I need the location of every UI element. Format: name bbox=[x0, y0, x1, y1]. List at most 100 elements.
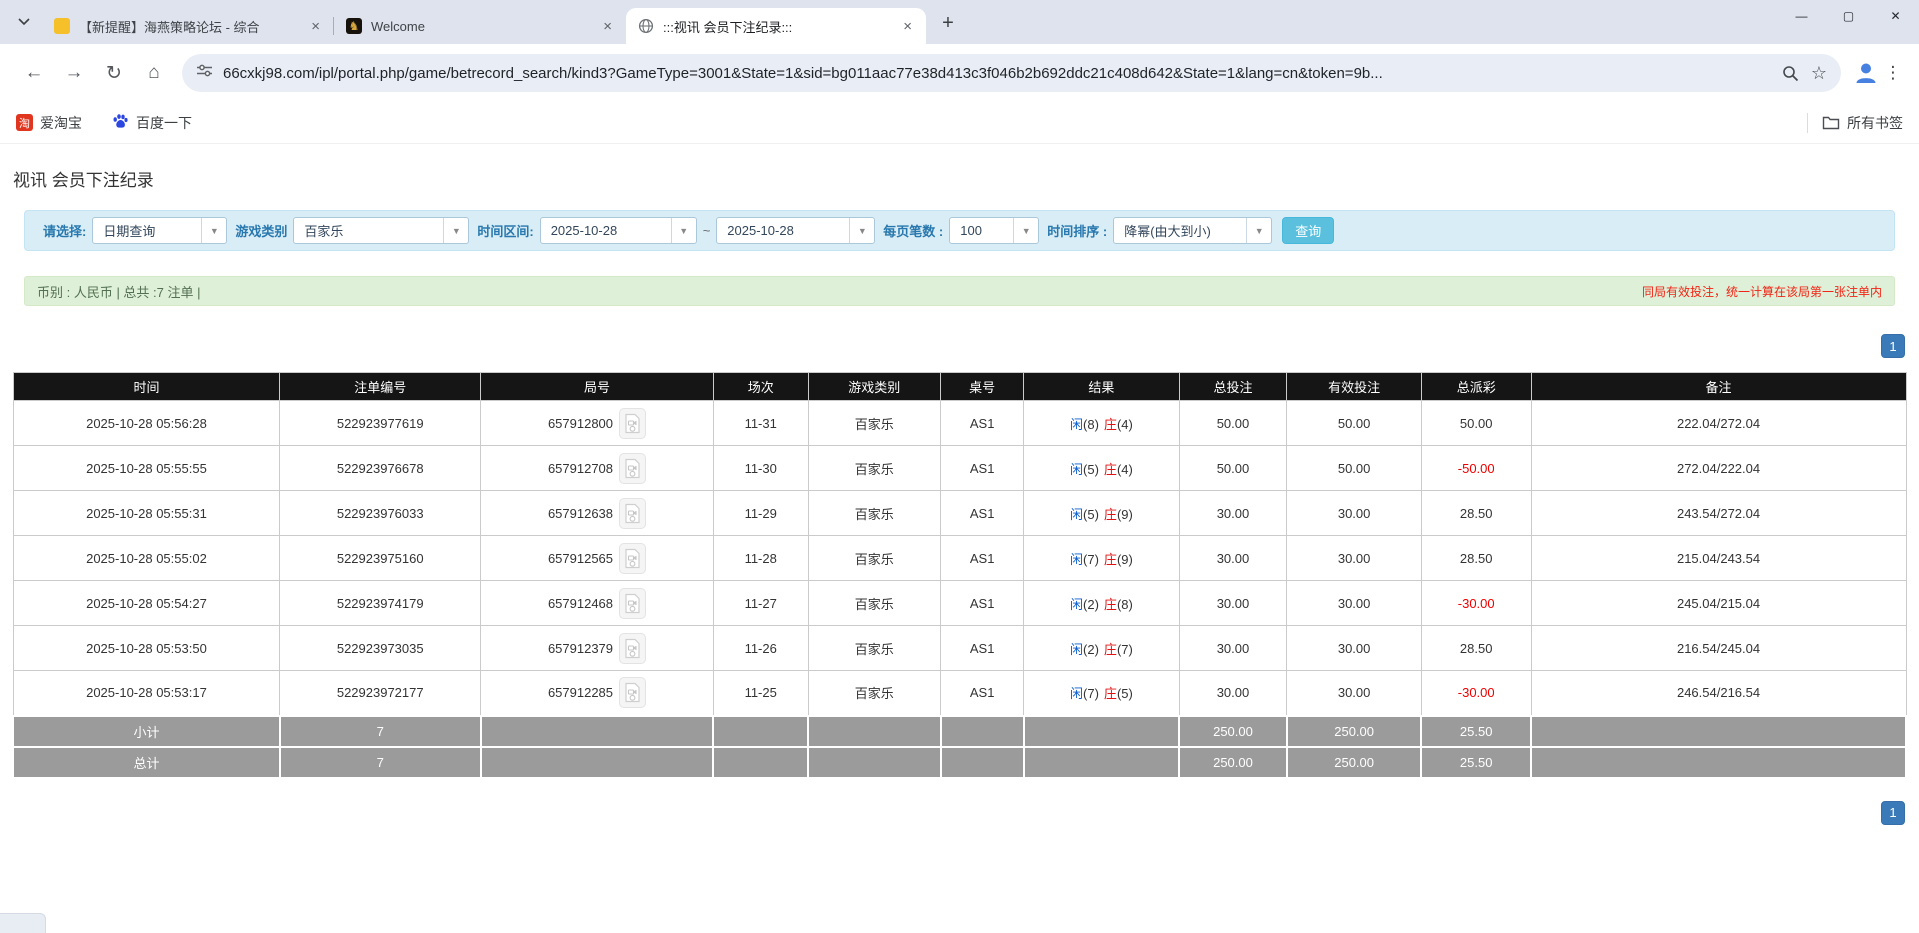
video-replay-icon[interactable] bbox=[619, 633, 646, 664]
cell-game-type: 百家乐 bbox=[808, 401, 941, 446]
date-to-select[interactable]: 2025-10-28 ▼ bbox=[716, 217, 875, 244]
url-text[interactable]: 66cxkj98.com/ipl/portal.php/game/betreco… bbox=[223, 65, 1770, 82]
address-bar[interactable]: 66cxkj98.com/ipl/portal.php/game/betreco… bbox=[182, 54, 1841, 92]
cell-game-type: 百家乐 bbox=[808, 446, 941, 491]
page-1-button[interactable]: 1 bbox=[1881, 801, 1905, 825]
bookmark-baidu[interactable]: 百度一下 bbox=[112, 113, 192, 133]
chevron-down-icon[interactable]: ▼ bbox=[671, 218, 696, 243]
cell-time: 2025-10-28 05:53:17 bbox=[13, 671, 280, 716]
tab-welcome[interactable]: ♞ Welcome × bbox=[334, 8, 626, 44]
cell-round-no: 657912379 bbox=[481, 626, 714, 671]
cell-round-no: 657912800 bbox=[481, 401, 714, 446]
site-settings-icon[interactable] bbox=[196, 62, 213, 84]
bet-records-page: 视讯 会员下注纪录 请选择: 日期查询 ▼ 游戏类别 百家乐 ▼ 时间区间: 2… bbox=[0, 166, 1919, 825]
video-replay-icon[interactable] bbox=[619, 453, 646, 484]
chevron-down-icon[interactable]: ▼ bbox=[849, 218, 874, 243]
bookmark-taobao[interactable]: 淘 爱淘宝 bbox=[16, 113, 82, 133]
maximize-button[interactable]: ▢ bbox=[1825, 0, 1872, 32]
cell-table-no: AS1 bbox=[941, 626, 1024, 671]
tab-title: Welcome bbox=[371, 19, 599, 34]
chevron-down-icon[interactable]: ▼ bbox=[1246, 218, 1271, 243]
subtotal-row: 小计 7 250.00 250.00 25.50 bbox=[13, 716, 1906, 747]
new-tab-button[interactable]: + bbox=[934, 9, 962, 37]
table-row: 2025-10-28 05:54:27 522923974179 6579124… bbox=[13, 581, 1906, 626]
tab-title: 【新提醒】海燕策略论坛 - 综合 bbox=[79, 17, 307, 36]
cell-bet-no: 522923976033 bbox=[280, 491, 481, 536]
minimize-button[interactable]: — bbox=[1778, 0, 1825, 32]
cell-table-no: AS1 bbox=[941, 581, 1024, 626]
cell-total-bet[interactable]: 30.00 bbox=[1179, 626, 1287, 671]
cell-bet-no: 522923976678 bbox=[280, 446, 481, 491]
col-payout: 总派彩 bbox=[1421, 373, 1531, 401]
video-replay-icon[interactable] bbox=[619, 408, 646, 439]
cell-total-bet[interactable]: 50.00 bbox=[1179, 401, 1287, 446]
cell-total-bet[interactable]: 30.00 bbox=[1179, 536, 1287, 581]
col-game-type: 游戏类别 bbox=[808, 373, 941, 401]
player-result: 闲 bbox=[1070, 417, 1083, 432]
profile-avatar[interactable] bbox=[1851, 58, 1881, 88]
zoom-level-icon[interactable] bbox=[1782, 65, 1799, 82]
chevron-down-icon[interactable]: ▼ bbox=[443, 218, 468, 243]
col-bet-no: 注单编号 bbox=[280, 373, 481, 401]
cell-result: 闲(7)庄(9) bbox=[1024, 536, 1179, 581]
search-button[interactable]: 查询 bbox=[1282, 217, 1334, 244]
col-valid-bet: 有效投注 bbox=[1287, 373, 1421, 401]
cell-session: 11-29 bbox=[713, 491, 808, 536]
page-1-button[interactable]: 1 bbox=[1881, 334, 1905, 358]
status-bubble bbox=[0, 913, 46, 933]
total-payout: 25.50 bbox=[1421, 747, 1531, 778]
table-row: 2025-10-28 05:56:28 522923977619 6579128… bbox=[13, 401, 1906, 446]
tab-title: :::视讯 会员下注纪录::: bbox=[663, 17, 899, 36]
menu-kebab-icon[interactable]: ⋮ bbox=[1881, 63, 1905, 83]
tab-close-icon[interactable]: × bbox=[899, 18, 916, 35]
all-bookmarks[interactable]: 所有书签 bbox=[1807, 113, 1903, 133]
chevron-down-icon[interactable]: ▼ bbox=[1013, 218, 1038, 243]
close-window-button[interactable]: ✕ bbox=[1872, 0, 1919, 32]
video-replay-icon[interactable] bbox=[619, 498, 646, 529]
home-icon[interactable]: ⌂ bbox=[134, 53, 174, 93]
tab-close-icon[interactable]: × bbox=[599, 18, 616, 35]
player-result: 闲 bbox=[1070, 686, 1083, 701]
cell-result: 闲(2)庄(7) bbox=[1024, 626, 1179, 671]
tab-close-icon[interactable]: × bbox=[307, 18, 324, 35]
video-replay-icon[interactable] bbox=[619, 588, 646, 619]
per-page-select[interactable]: 100 ▼ bbox=[949, 217, 1039, 244]
cell-total-bet[interactable]: 30.00 bbox=[1179, 671, 1287, 716]
game-type-select[interactable]: 百家乐 ▼ bbox=[293, 217, 469, 244]
cell-payout: -30.00 bbox=[1421, 671, 1531, 716]
date-to-value: 2025-10-28 bbox=[717, 223, 849, 238]
date-from-select[interactable]: 2025-10-28 ▼ bbox=[540, 217, 697, 244]
col-session: 场次 bbox=[713, 373, 808, 401]
cell-result: 闲(7)庄(5) bbox=[1024, 671, 1179, 716]
back-icon[interactable]: ← bbox=[14, 53, 54, 93]
cell-valid-bet: 50.00 bbox=[1287, 446, 1421, 491]
tab-forum[interactable]: 【新提醒】海燕策略论坛 - 综合 × bbox=[42, 8, 334, 44]
query-type-select[interactable]: 日期查询 ▼ bbox=[92, 217, 227, 244]
cell-remark: 222.04/272.04 bbox=[1531, 401, 1906, 446]
bookmark-label: 爱淘宝 bbox=[40, 113, 82, 133]
sort-select[interactable]: 降幂(由大到小) ▼ bbox=[1113, 217, 1272, 244]
forward-icon[interactable]: → bbox=[54, 53, 94, 93]
bookmarks-bar: 淘 爱淘宝 百度一下 所有书签 bbox=[0, 102, 1919, 144]
chevron-down-icon[interactable] bbox=[10, 8, 38, 36]
cell-round-no: 657912285 bbox=[481, 671, 714, 716]
video-replay-icon[interactable] bbox=[619, 677, 646, 708]
chevron-down-icon[interactable]: ▼ bbox=[201, 218, 226, 243]
bookmark-star-icon[interactable]: ☆ bbox=[1811, 63, 1827, 84]
divider bbox=[1807, 113, 1808, 133]
query-type-value: 日期查询 bbox=[93, 221, 201, 240]
subtotal-count: 7 bbox=[280, 716, 481, 747]
per-page-label: 每页笔数 : bbox=[883, 221, 943, 240]
reload-icon[interactable]: ↻ bbox=[94, 53, 134, 93]
cell-time: 2025-10-28 05:56:28 bbox=[13, 401, 280, 446]
cell-total-bet[interactable]: 50.00 bbox=[1179, 446, 1287, 491]
cell-total-bet[interactable]: 30.00 bbox=[1179, 581, 1287, 626]
cell-game-type: 百家乐 bbox=[808, 671, 941, 716]
col-round-no: 局号 bbox=[481, 373, 714, 401]
table-header-row: 时间 注单编号 局号 场次 游戏类别 桌号 结果 总投注 有效投注 总派彩 备注 bbox=[13, 373, 1906, 401]
tab-bet-records-active[interactable]: :::视讯 会员下注纪录::: × bbox=[626, 8, 926, 44]
banker-result: 庄 bbox=[1104, 686, 1117, 701]
player-result: 闲 bbox=[1070, 552, 1083, 567]
cell-total-bet[interactable]: 30.00 bbox=[1179, 491, 1287, 536]
video-replay-icon[interactable] bbox=[619, 543, 646, 574]
